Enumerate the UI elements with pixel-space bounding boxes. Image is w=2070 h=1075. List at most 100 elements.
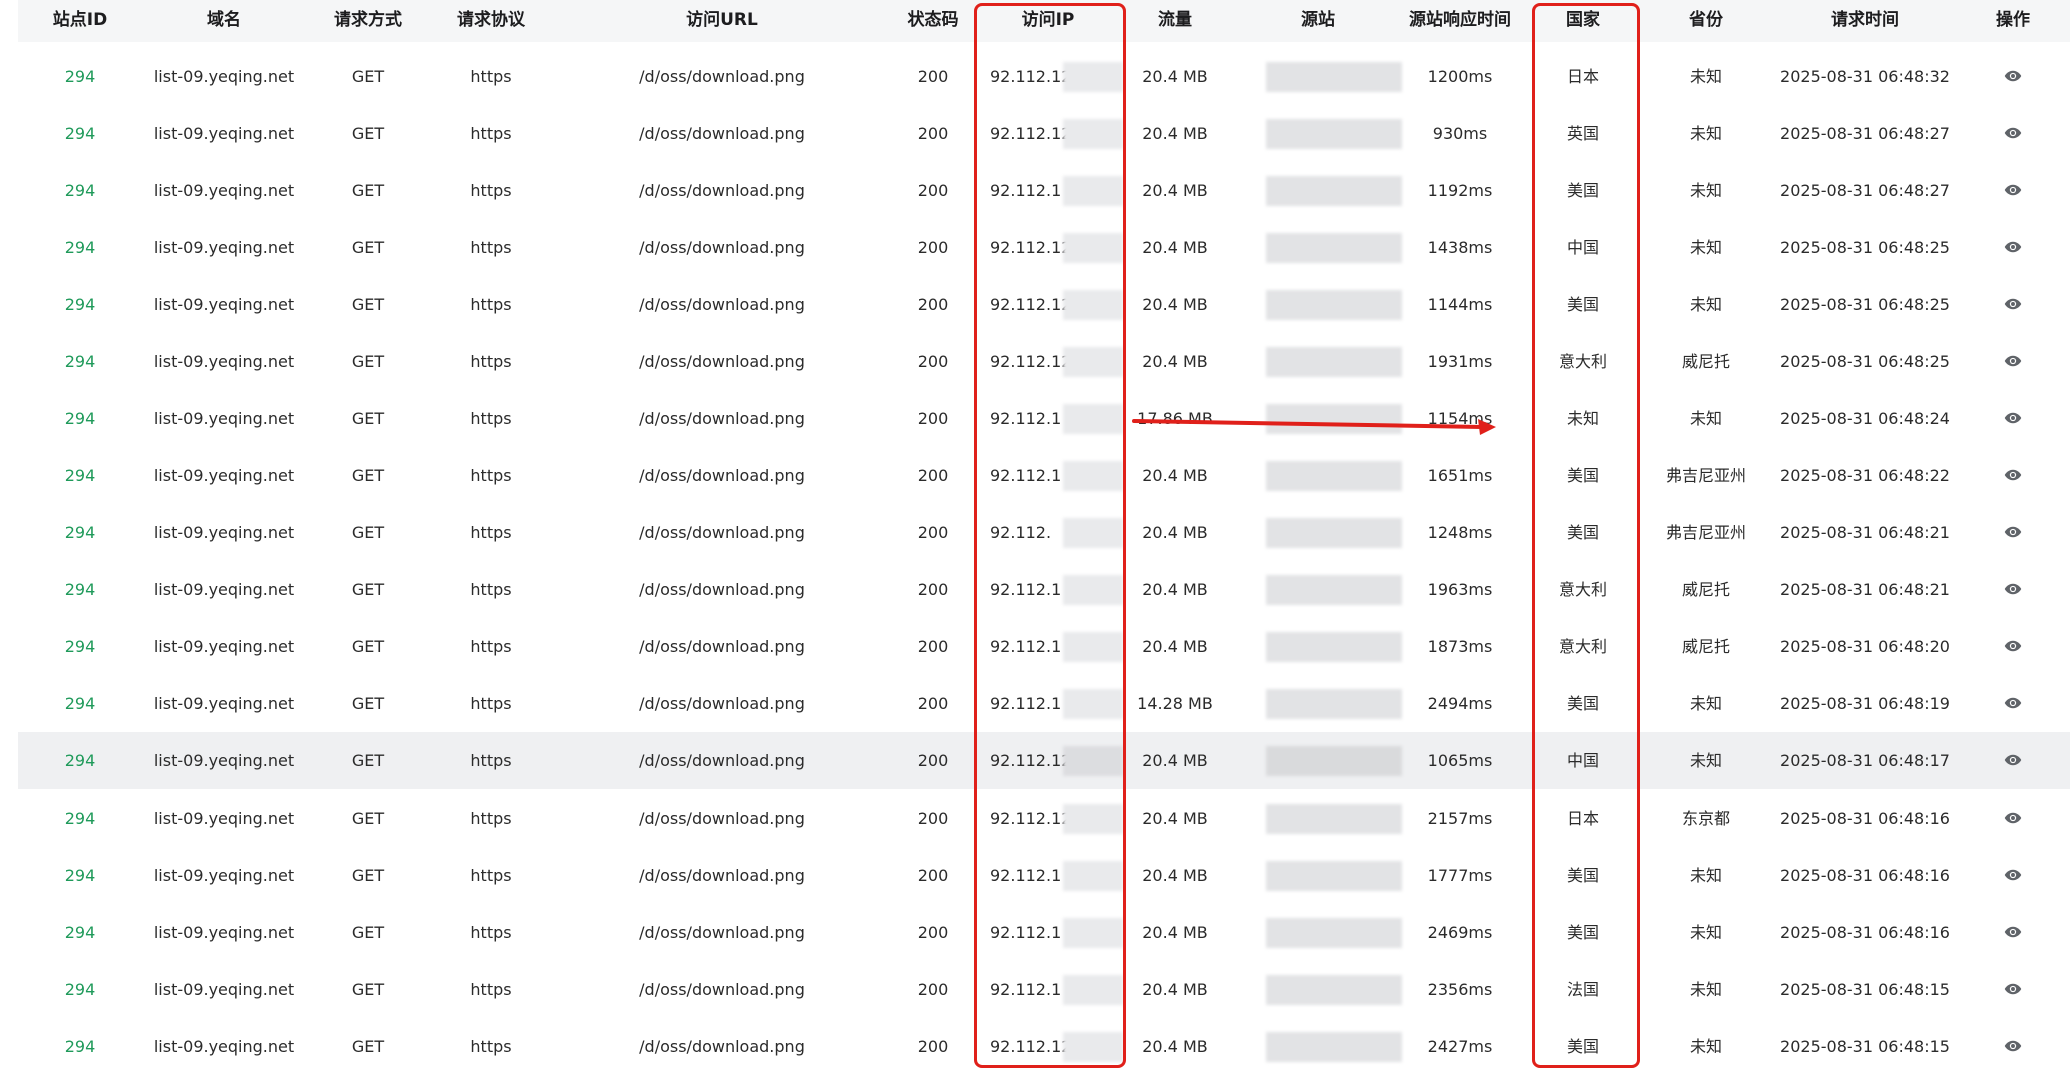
cell-response-time: 1154ms [1427, 409, 1493, 428]
cell-response-time: 930ms [1432, 124, 1488, 143]
cell-site-id[interactable]: 294 [65, 48, 96, 105]
cell-province: 威尼托 [1681, 637, 1731, 656]
ip-redaction [1063, 804, 1123, 834]
cell-site-id[interactable]: 294 [65, 904, 96, 961]
cell-url: /d/oss/download.png [639, 637, 805, 656]
eye-icon[interactable] [2004, 1038, 2022, 1054]
cell-ip: 92.112. [990, 523, 1052, 542]
cell-province: 未知 [1689, 694, 1723, 713]
eye-icon[interactable] [2004, 695, 2022, 711]
origin-cell-redacted [1266, 746, 1402, 776]
cell-method: GET [351, 352, 385, 371]
table-row[interactable]: 294 list-09.yeqing.net GET https/d/oss/down… [18, 447, 2070, 504]
ip-redaction [1063, 861, 1123, 891]
table-row[interactable]: 294 list-09.yeqing.net GET https/d/oss/down… [18, 1018, 2070, 1075]
cell-site-id[interactable]: 294 [65, 961, 96, 1018]
eye-icon[interactable] [2004, 924, 2022, 940]
eye-icon[interactable] [2004, 125, 2022, 141]
cell-domain: list-09.yeqing.net [153, 694, 295, 713]
eye-icon[interactable] [2004, 581, 2022, 597]
cell-site-id[interactable]: 294 [65, 105, 96, 162]
eye-icon[interactable] [2004, 353, 2022, 369]
table-row[interactable]: 294 list-09.yeqing.net GET https/d/oss/down… [18, 48, 2070, 105]
cell-domain: list-09.yeqing.net [153, 923, 295, 942]
table-row[interactable]: 294 list-09.yeqing.net GET https/d/oss/down… [18, 276, 2070, 333]
column-header-origin: 源站 [1301, 10, 1335, 30]
eye-icon[interactable] [2004, 867, 2022, 883]
cell-site-id[interactable]: 294 [65, 162, 96, 219]
table-row[interactable]: 294 list-09.yeqing.net GET https/d/oss/down… [18, 504, 2070, 561]
table-row[interactable]: 294 list-09.yeqing.net GET https/d/oss/down… [18, 732, 2070, 789]
table-row[interactable]: 294 list-09.yeqing.net GET https/d/oss/down… [18, 162, 2070, 219]
ip-redaction [1063, 62, 1123, 92]
cell-request-time: 2025-08-31 06:48:19 [1780, 694, 1950, 713]
cell-province: 未知 [1689, 238, 1723, 257]
cell-method: GET [351, 580, 385, 599]
eye-icon[interactable] [2004, 410, 2022, 426]
cell-site-id[interactable]: 294 [65, 504, 96, 561]
table-row[interactable]: 294 list-09.yeqing.net GET https/d/oss/down… [18, 219, 2070, 276]
origin-cell-redacted [1266, 918, 1402, 948]
table-row[interactable]: 294 list-09.yeqing.net GET https/d/oss/down… [18, 333, 2070, 390]
cell-url: /d/oss/download.png [639, 1037, 805, 1056]
cell-response-time: 1144ms [1427, 295, 1493, 314]
cell-protocol: https [470, 523, 512, 542]
eye-icon[interactable] [2004, 638, 2022, 654]
origin-cell-redacted [1266, 347, 1402, 377]
table-row[interactable]: 294 list-09.yeqing.net GET https/d/oss/down… [18, 390, 2070, 447]
cell-status-code: 200 [917, 694, 949, 713]
cell-status-code: 200 [917, 866, 949, 885]
cell-site-id[interactable]: 294 [65, 675, 96, 732]
table-row[interactable]: 294 list-09.yeqing.net GET https/d/oss/down… [18, 847, 2070, 904]
cell-ip: 92.112.1 [990, 866, 1062, 885]
cell-request-time: 2025-08-31 06:48:15 [1780, 1037, 1950, 1056]
cell-ip: 92.112.1 [990, 181, 1062, 200]
cell-site-id[interactable]: 294 [65, 219, 96, 276]
cell-site-id[interactable]: 294 [65, 618, 96, 675]
cell-country: 中国 [1566, 751, 1600, 770]
eye-icon[interactable] [2004, 239, 2022, 255]
cell-url: /d/oss/download.png [639, 980, 805, 999]
cell-domain: list-09.yeqing.net [153, 866, 295, 885]
cell-method: GET [351, 67, 385, 86]
cell-traffic: 20.4 MB [1142, 980, 1208, 999]
cell-site-id[interactable]: 294 [65, 732, 96, 789]
cell-response-time: 2356ms [1427, 980, 1493, 999]
table-row[interactable]: 294 list-09.yeqing.net GET https/d/oss/down… [18, 675, 2070, 732]
origin-cell-redacted [1266, 233, 1402, 263]
ip-redaction [1063, 689, 1123, 719]
eye-icon[interactable] [2004, 296, 2022, 312]
cell-site-id[interactable]: 294 [65, 790, 96, 847]
table-row[interactable]: 294 list-09.yeqing.net GET https/d/oss/down… [18, 561, 2070, 618]
cell-status-code: 200 [917, 295, 949, 314]
cell-traffic: 20.4 MB [1142, 466, 1208, 485]
eye-icon[interactable] [2004, 752, 2022, 768]
eye-icon[interactable] [2004, 467, 2022, 483]
cell-status-code: 200 [917, 181, 949, 200]
cell-province: 未知 [1689, 295, 1723, 314]
cell-country: 美国 [1566, 181, 1600, 200]
table-row[interactable]: 294 list-09.yeqing.net GET https/d/oss/down… [18, 904, 2070, 961]
cell-response-time: 1651ms [1427, 466, 1493, 485]
eye-icon[interactable] [2004, 524, 2022, 540]
cell-site-id[interactable]: 294 [65, 333, 96, 390]
eye-icon[interactable] [2004, 810, 2022, 826]
ip-redaction [1063, 975, 1123, 1005]
eye-icon[interactable] [2004, 182, 2022, 198]
cell-method: GET [351, 866, 385, 885]
eye-icon[interactable] [2004, 68, 2022, 84]
column-header-status-code: 状态码 [907, 10, 959, 30]
cell-site-id[interactable]: 294 [65, 276, 96, 333]
cell-site-id[interactable]: 294 [65, 447, 96, 504]
cell-site-id[interactable]: 294 [65, 561, 96, 618]
table-row[interactable]: 294 list-09.yeqing.net GET https/d/oss/down… [18, 790, 2070, 847]
eye-icon[interactable] [2004, 981, 2022, 997]
table-row[interactable]: 294 list-09.yeqing.net GET https/d/oss/down… [18, 618, 2070, 675]
cell-site-id[interactable]: 294 [65, 390, 96, 447]
cell-site-id[interactable]: 294 [65, 1018, 96, 1075]
cell-status-code: 200 [917, 67, 949, 86]
cell-site-id[interactable]: 294 [65, 847, 96, 904]
cell-ip: 92.112.1 [990, 694, 1062, 713]
table-row[interactable]: 294 list-09.yeqing.net GET https/d/oss/down… [18, 961, 2070, 1018]
table-row[interactable]: 294 list-09.yeqing.net GET https/d/oss/down… [18, 105, 2070, 162]
